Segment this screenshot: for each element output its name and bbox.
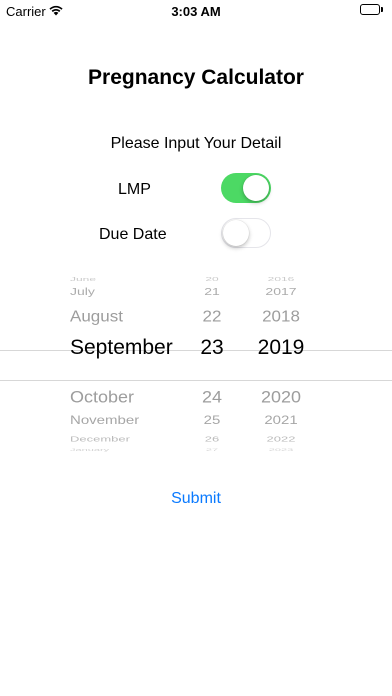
month-wheel[interactable]: June July August September October November De… bbox=[60, 272, 185, 458]
submit-button[interactable]: Submit bbox=[0, 490, 392, 508]
selected-day-option[interactable]: 23 bbox=[187, 336, 237, 360]
day-option[interactable]: 20 bbox=[187, 276, 237, 282]
year-option[interactable]: 2023 bbox=[246, 448, 316, 452]
day-option[interactable]: 24 bbox=[187, 388, 237, 407]
date-picker[interactable]: June July August September October November De… bbox=[0, 272, 392, 458]
month-option[interactable]: November bbox=[70, 414, 139, 427]
day-option[interactable]: 27 bbox=[187, 448, 237, 452]
due-date-label: Due Date bbox=[99, 226, 167, 243]
due-date-toggle[interactable] bbox=[221, 218, 271, 248]
day-option[interactable]: 26 bbox=[187, 435, 237, 443]
year-option[interactable]: 2022 bbox=[246, 435, 316, 443]
month-option[interactable]: June bbox=[70, 276, 96, 282]
month-option[interactable]: January bbox=[70, 448, 109, 452]
status-time: 3:03 AM bbox=[171, 4, 221, 19]
day-option[interactable]: 25 bbox=[187, 414, 237, 427]
page-subtitle: Please Input Your Detail bbox=[110, 135, 282, 152]
year-option[interactable]: 2021 bbox=[246, 414, 316, 427]
year-option[interactable]: 2020 bbox=[246, 388, 316, 407]
month-option[interactable]: October bbox=[70, 388, 134, 407]
toggle-knob bbox=[223, 219, 249, 246]
selected-year-option[interactable]: 2019 bbox=[246, 336, 316, 360]
day-option[interactable]: 22 bbox=[187, 308, 237, 326]
toggle-knob bbox=[243, 175, 269, 201]
status-bar: Carrier 3:03 AM bbox=[0, 0, 392, 22]
month-option[interactable]: July bbox=[70, 285, 95, 297]
page-title: Pregnancy Calculator bbox=[88, 66, 304, 89]
month-option[interactable]: August bbox=[70, 308, 123, 326]
selected-month-option[interactable]: September bbox=[70, 336, 173, 360]
battery-icon bbox=[360, 4, 384, 16]
year-option[interactable]: 2018 bbox=[246, 308, 316, 326]
lmp-label: LMP bbox=[118, 181, 151, 198]
year-option[interactable]: 2017 bbox=[246, 285, 316, 297]
year-wheel[interactable]: 2016 2017 2018 2019 2020 2021 2022 2023 bbox=[246, 272, 316, 458]
year-option[interactable]: 2016 bbox=[246, 276, 316, 282]
day-wheel[interactable]: 20 21 22 23 24 25 26 27 bbox=[187, 272, 237, 458]
lmp-toggle[interactable] bbox=[221, 173, 271, 203]
day-option[interactable]: 21 bbox=[187, 285, 237, 297]
month-option[interactable]: December bbox=[70, 435, 130, 443]
